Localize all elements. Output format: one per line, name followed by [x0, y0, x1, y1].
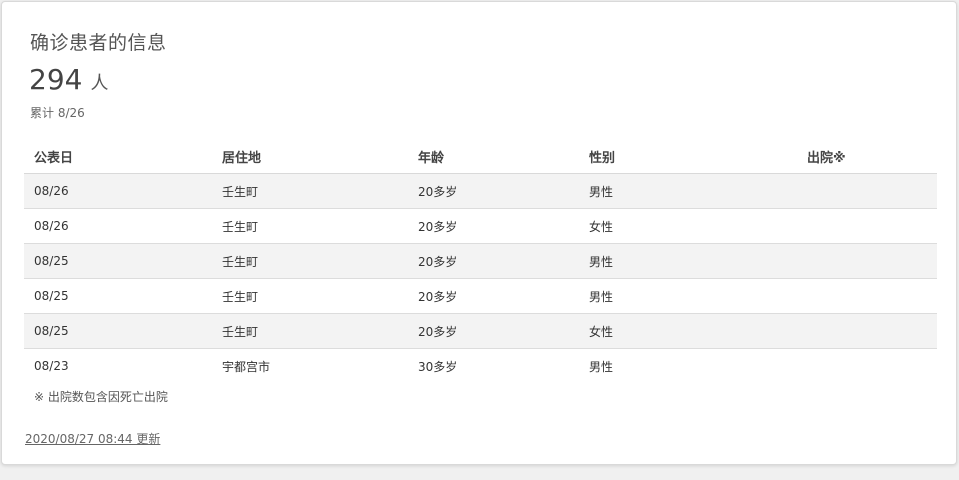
cell-age: 20多岁 — [408, 208, 579, 244]
cell-age: 20多岁 — [408, 278, 579, 314]
cell-residence: 壬生町 — [212, 278, 408, 314]
table-row: 08/25 壬生町 20多岁 女性 — [24, 313, 937, 349]
cell-date: 08/26 — [24, 173, 212, 209]
table-row: 08/23 宇都宫市 30多岁 男性 — [24, 349, 937, 384]
table-row: 08/25 壬生町 20多岁 男性 — [24, 278, 937, 314]
cell-date: 08/25 — [24, 243, 212, 279]
last-updated-link[interactable]: 2020/08/27 08:44 更新 — [25, 430, 160, 447]
cell-discharged — [797, 278, 937, 314]
cell-residence: 宇都宫市 — [222, 359, 271, 374]
cell-discharged — [797, 349, 937, 384]
column-header-discharged[interactable]: 出院※ — [797, 139, 937, 174]
cell-age: 20多岁 — [408, 243, 579, 279]
column-header-residence[interactable]: 居住地 — [212, 139, 408, 174]
cell-discharged — [797, 208, 937, 244]
cell-discharged — [797, 243, 937, 279]
cell-age: 30多岁 — [418, 359, 458, 374]
patient-count: 294 人 — [29, 64, 108, 100]
cumulative-date: 累计 8/26 — [30, 106, 85, 120]
cell-age: 20多岁 — [408, 173, 579, 209]
column-header-gender[interactable]: 性别 — [579, 139, 797, 174]
cell-residence: 壬生町 — [212, 208, 408, 244]
cell-gender: 男性 — [579, 243, 797, 279]
column-header-age[interactable]: 年龄 — [408, 139, 579, 174]
cell-residence: 壬生町 — [212, 313, 408, 349]
patient-table: 公表日 居住地 年龄 性别 出院※ 08/26 壬生町 20多岁 男性 08/2… — [24, 139, 937, 383]
cell-gender: 男性 — [589, 359, 614, 374]
table-row: 08/25 壬生町 20多岁 男性 — [24, 243, 937, 279]
table-row: 08/26 壬生町 20多岁 男性 — [24, 173, 937, 209]
discharge-note: ※ 出院数包含因死亡出院 — [34, 390, 168, 404]
count-unit: 人 — [90, 73, 109, 94]
cell-gender: 男性 — [579, 173, 797, 209]
table-header-row: 公表日 居住地 年龄 性别 出院※ — [24, 139, 937, 174]
count-value: 294 — [29, 63, 83, 96]
cell-date: 08/25 — [24, 313, 212, 349]
card-title: 确诊患者的信息 — [30, 32, 167, 54]
column-header-date[interactable]: 公表日 — [24, 139, 212, 174]
cell-date: 08/26 — [24, 208, 212, 244]
cell-date: 08/23 — [34, 359, 69, 373]
cell-age: 20多岁 — [408, 313, 579, 349]
cell-residence: 壬生町 — [212, 173, 408, 209]
cell-date: 08/25 — [24, 278, 212, 314]
cell-discharged — [797, 313, 937, 349]
cell-gender: 男性 — [579, 278, 797, 314]
cell-gender: 女性 — [579, 208, 797, 244]
patient-info-card: 确诊患者的信息 294 人 累计 8/26 公表日 居住地 年龄 性别 出院※ 0… — [1, 1, 957, 465]
table-row: 08/26 壬生町 20多岁 女性 — [24, 208, 937, 244]
cell-residence: 壬生町 — [212, 243, 408, 279]
cell-discharged — [797, 173, 937, 209]
cell-gender: 女性 — [579, 313, 797, 349]
